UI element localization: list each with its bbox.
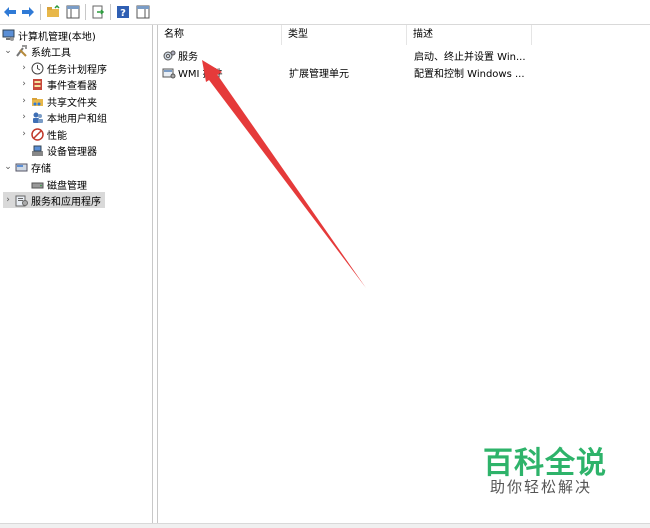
chevron-right-icon[interactable]: › — [19, 63, 29, 73]
forward-arrow-icon[interactable] — [20, 4, 36, 20]
up-folder-icon[interactable] — [45, 4, 61, 20]
toolbar: ? — [0, 0, 650, 25]
tree-item-label: 本地用户和组 — [47, 113, 107, 125]
wmi-control-icon — [162, 66, 176, 80]
console-tree: 计算机管理(本地) ⌄ 系统工具 › 任务计划程序 › 事件查看器 › 共享文件… — [0, 25, 153, 523]
clock-icon — [31, 62, 44, 75]
list-row[interactable]: WMI 控件 扩展管理单元 配置和控制 Windows ... — [162, 64, 642, 81]
disk-icon — [31, 178, 44, 191]
svg-text:?: ? — [120, 8, 126, 19]
back-arrow-icon[interactable] — [2, 4, 18, 20]
tree-item-disk-management[interactable]: 磁盘管理 — [29, 176, 87, 192]
toolbar-separator — [40, 4, 41, 20]
list-cell-description: 配置和控制 Windows ... — [414, 69, 525, 80]
watermark-logo-subtitle: 助你轻松解决 — [490, 478, 593, 496]
tools-icon — [15, 44, 28, 58]
column-header-description[interactable]: 描述 — [407, 25, 532, 45]
tree-item-services-apps[interactable]: › 服务和应用程序 — [3, 192, 105, 208]
tree-item-event-viewer[interactable]: › 事件查看器 — [19, 76, 97, 92]
chevron-right-icon[interactable]: › — [19, 129, 29, 139]
device-manager-icon — [31, 144, 44, 157]
list-cell-description: 启动、终止并设置 Win... — [414, 52, 526, 63]
services-apps-icon — [15, 194, 28, 207]
list-cell-type: 扩展管理单元 — [289, 69, 349, 80]
tree-item-label: 任务计划程序 — [47, 64, 107, 76]
tree-item-label: 设备管理器 — [47, 146, 97, 158]
list-row[interactable]: 服务 启动、终止并设置 Win... — [162, 47, 642, 64]
tree-item-system-tools[interactable]: ⌄ 系统工具 — [3, 43, 71, 59]
column-header-type[interactable]: 类型 — [282, 25, 407, 45]
list-cell-name: 服务 — [178, 52, 198, 63]
tree-item-root[interactable]: 计算机管理(本地) — [0, 27, 96, 43]
column-header-name[interactable]: 名称 — [158, 25, 282, 45]
tree-item-label: 系统工具 — [31, 47, 71, 59]
chevron-right-icon[interactable]: › — [19, 96, 29, 106]
chevron-right-icon[interactable]: › — [3, 195, 13, 205]
chevron-right-icon[interactable]: › — [19, 112, 29, 122]
toolbar-separator — [110, 4, 111, 20]
tree-item-label: 存储 — [31, 163, 51, 175]
tree-item-label: 共享文件夹 — [47, 97, 97, 109]
users-icon — [31, 111, 44, 124]
chevron-down-icon[interactable]: ⌄ — [3, 162, 13, 172]
shared-folder-icon — [31, 95, 44, 108]
tree-item-device-manager[interactable]: 设备管理器 — [29, 142, 97, 158]
tree-item-performance[interactable]: › 性能 — [19, 126, 67, 142]
tree-item-label: 磁盘管理 — [47, 180, 87, 192]
tree-item-label: 服务和应用程序 — [31, 196, 101, 208]
status-bar — [0, 523, 650, 528]
export-list-icon[interactable] — [90, 4, 106, 20]
services-gear-icon — [162, 49, 176, 63]
chevron-down-icon[interactable]: ⌄ — [3, 46, 13, 56]
no-entry-performance-icon — [31, 127, 44, 141]
tree-item-storage[interactable]: ⌄ 存储 — [3, 159, 51, 175]
tree-item-label: 计算机管理(本地) — [18, 31, 96, 43]
event-log-icon — [31, 78, 44, 91]
chevron-right-icon[interactable]: › — [19, 79, 29, 89]
storage-icon — [15, 161, 28, 174]
tree-item-label: 事件查看器 — [47, 80, 97, 92]
tree-item-task-scheduler[interactable]: › 任务计划程序 — [19, 60, 107, 76]
help-icon[interactable]: ? — [115, 4, 131, 20]
show-hide-action-pane-icon[interactable] — [135, 4, 151, 20]
tree-item-label: 性能 — [47, 130, 67, 142]
list-cell-name: WMI 控件 — [178, 69, 223, 80]
toolbar-separator — [85, 4, 86, 20]
tree-item-local-users[interactable]: › 本地用户和组 — [19, 109, 107, 125]
tree-item-shared-folders[interactable]: › 共享文件夹 — [19, 93, 97, 109]
computer-management-icon — [2, 29, 15, 42]
show-hide-console-tree-icon[interactable] — [65, 4, 81, 20]
